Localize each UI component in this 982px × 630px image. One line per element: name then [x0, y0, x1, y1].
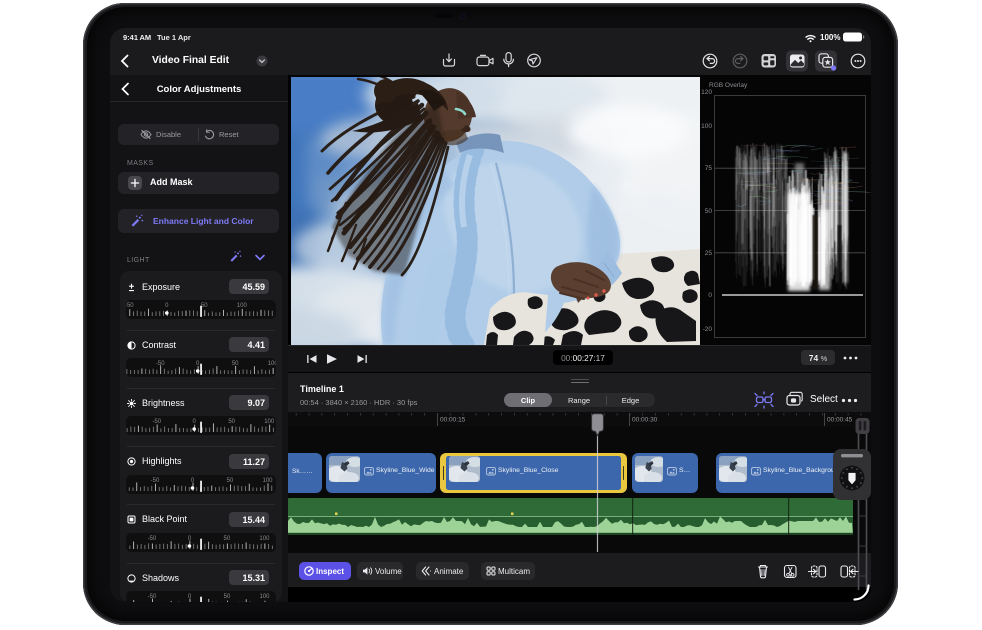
- svg-text:100: 100: [259, 594, 270, 600]
- svg-text:50: 50: [232, 361, 239, 367]
- svg-text:-50: -50: [148, 536, 157, 542]
- svg-text:120: 120: [701, 89, 712, 96]
- svg-text:-50: -50: [151, 478, 160, 484]
- svg-text:-20: -20: [703, 326, 713, 333]
- svg-text:-50: -50: [152, 419, 161, 425]
- svg-text:25: 25: [705, 250, 713, 257]
- svg-text:-50: -50: [126, 303, 134, 309]
- svg-text:75: 75: [705, 165, 713, 172]
- svg-text:50: 50: [224, 594, 231, 600]
- svg-text:0: 0: [196, 361, 200, 367]
- svg-text:RGB Overlay: RGB Overlay: [709, 82, 748, 89]
- svg-text:50: 50: [227, 478, 234, 484]
- svg-text:100: 100: [262, 478, 273, 484]
- svg-text:00:00:45: 00:00:45: [827, 417, 853, 424]
- svg-text:0: 0: [193, 419, 197, 425]
- svg-text:100: 100: [264, 419, 275, 425]
- svg-text:-50: -50: [148, 594, 157, 600]
- svg-text:0: 0: [191, 478, 195, 484]
- svg-text:50: 50: [201, 303, 208, 309]
- svg-text:50: 50: [224, 536, 231, 542]
- svg-text:50: 50: [228, 419, 235, 425]
- svg-text:100: 100: [268, 361, 276, 367]
- svg-text:100: 100: [259, 536, 270, 542]
- svg-text:00:00:15: 00:00:15: [440, 417, 466, 424]
- svg-text:0: 0: [188, 594, 192, 600]
- svg-text:100: 100: [701, 123, 712, 130]
- svg-text:100: 100: [237, 303, 248, 309]
- svg-text:-50: -50: [156, 361, 165, 367]
- svg-text:0: 0: [708, 292, 712, 299]
- svg-text:0: 0: [165, 303, 169, 309]
- svg-text:50: 50: [705, 208, 713, 215]
- svg-text:0: 0: [188, 536, 192, 542]
- svg-text:00:00:30: 00:00:30: [632, 417, 658, 424]
